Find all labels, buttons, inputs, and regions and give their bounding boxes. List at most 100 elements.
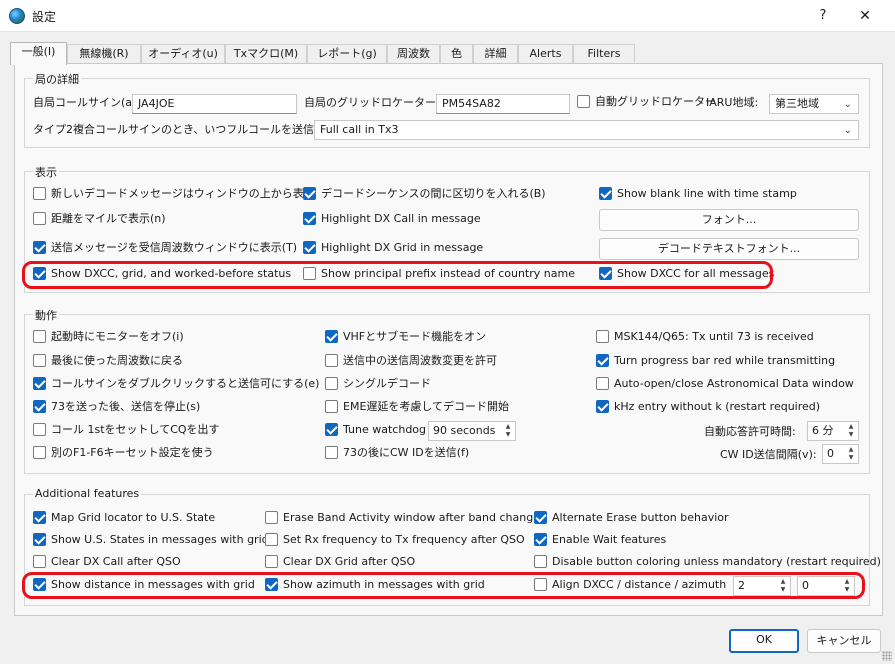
- resize-grip-icon[interactable]: [882, 651, 892, 661]
- behavior-checkbox-15[interactable]: 73の後にCW IDを送信(f): [325, 445, 470, 462]
- decode-font-button[interactable]: デコードテキストフォント...: [599, 238, 859, 260]
- checkbox-box: [303, 240, 316, 254]
- align-spinbox-2[interactable]: 0 ▲ ▼: [797, 576, 855, 596]
- additional-checkbox-2[interactable]: Alternate Erase button behavior: [534, 510, 729, 527]
- tab-tx-macros[interactable]: Txマクロ(M): [225, 44, 307, 64]
- checkbox-label: Highlight DX Grid in message: [321, 241, 484, 254]
- type2-select[interactable]: Full call in Tx3 ⌄: [314, 120, 859, 140]
- callsign-input[interactable]: JA4JOE: [132, 94, 297, 114]
- grid-input[interactable]: PM54SA82: [436, 94, 570, 114]
- checkbox-box: [325, 399, 338, 413]
- iaru-label: IARU地域:: [706, 96, 759, 109]
- align-checkbox[interactable]: Align DXCC / distance / azimuth: [534, 577, 726, 594]
- additional-checkbox-10[interactable]: Show azimuth in messages with grid: [265, 577, 485, 594]
- tab-alerts[interactable]: Alerts: [518, 44, 573, 64]
- behavior-checkbox-7[interactable]: シングルデコード: [325, 376, 431, 393]
- spin-arrows-icon[interactable]: ▲ ▼: [841, 578, 853, 594]
- tab-frequencies[interactable]: 周波数: [387, 44, 440, 64]
- behavior-checkbox-2[interactable]: MSK144/Q65: Tx until 73 is received: [596, 329, 814, 346]
- auto-reply-spinbox[interactable]: 6 分 ▲ ▼: [807, 421, 859, 441]
- display-checkbox-2[interactable]: Show blank line with time stamp: [599, 186, 797, 203]
- checkbox-label: VHFとサブモード機能をオン: [343, 330, 487, 343]
- additional-checkbox-1[interactable]: Erase Band Activity window after band ch…: [265, 510, 540, 527]
- checkbox-box: [325, 422, 338, 436]
- checkbox-box: [596, 376, 609, 390]
- checkbox-label: 距離をマイルで表示(n): [51, 212, 166, 225]
- auto-grid-checkbox[interactable]: 自動グリッドロケーター: [577, 94, 716, 111]
- checkbox-label: Disable button coloring unless mandatory…: [552, 555, 881, 568]
- grid-label: 自局のグリッドロケーター(y):: [304, 96, 455, 109]
- display-checkbox-4[interactable]: Highlight DX Call in message: [303, 211, 481, 228]
- tab-general[interactable]: 一般(I): [10, 42, 67, 65]
- checkbox-label: Turn progress bar red while transmitting: [614, 354, 836, 367]
- display-checkbox-3[interactable]: 距離をマイルで表示(n): [33, 211, 166, 228]
- tab-colors[interactable]: 色: [440, 44, 473, 64]
- additional-checkbox-4[interactable]: Set Rx frequency to Tx frequency after Q…: [265, 532, 525, 549]
- behavior-checkbox-5[interactable]: Turn progress bar red while transmitting: [596, 353, 836, 370]
- align-spinbox-1[interactable]: 2 ▲ ▼: [733, 576, 791, 596]
- additional-checkbox-8[interactable]: Disable button coloring unless mandatory…: [534, 554, 881, 571]
- spin-arrows-icon[interactable]: ▲ ▼: [777, 578, 789, 594]
- tab-radio[interactable]: 無線機(R): [67, 44, 141, 64]
- tab-advanced[interactable]: 詳細: [473, 44, 518, 64]
- ok-button[interactable]: OK: [729, 629, 799, 653]
- checkbox-label: Show azimuth in messages with grid: [283, 578, 485, 591]
- tune-watchdog-checkbox[interactable]: Tune watchdog: [325, 422, 426, 439]
- iaru-region-select[interactable]: 第三地域 ⌄: [769, 94, 859, 114]
- display-checkbox-0[interactable]: 新しいデコードメッセージはウィンドウの上から表示: [33, 186, 315, 203]
- checkbox-box: [33, 510, 46, 524]
- checkbox-label: デコードシーケンスの間に区切りを入れる(B): [321, 187, 546, 200]
- checkbox-label: コールサインをダブルクリックすると送信可にする(e): [51, 377, 320, 390]
- close-icon[interactable]: ✕: [848, 5, 882, 27]
- behavior-checkbox-14[interactable]: 別のF1-F6キーセット設定を使う: [33, 445, 214, 462]
- behavior-checkbox-10[interactable]: EME遅延を考慮してデコード開始: [325, 399, 510, 416]
- spin-arrows-icon[interactable]: ▲ ▼: [502, 423, 514, 439]
- behavior-checkbox-9[interactable]: 73を送った後、送信を停止(s): [33, 399, 200, 416]
- cancel-button[interactable]: キャンセル: [807, 629, 881, 653]
- display-checkbox-6[interactable]: Highlight DX Grid in message: [303, 240, 484, 257]
- display-checkbox-8[interactable]: Show principal prefix instead of country…: [303, 266, 575, 283]
- additional-checkbox-0[interactable]: Map Grid locator to U.S. State: [33, 510, 215, 527]
- checkbox-label: EME遅延を考慮してデコード開始: [343, 400, 510, 413]
- checkbox-label: MSK144/Q65: Tx until 73 is received: [614, 330, 814, 343]
- checkbox-box: [303, 266, 316, 280]
- checkbox-box: [596, 353, 609, 367]
- additional-checkbox-6[interactable]: Clear DX Call after QSO: [33, 554, 181, 571]
- tune-watchdog-spinbox[interactable]: 90 seconds ▲ ▼: [428, 421, 516, 441]
- behavior-checkbox-6[interactable]: コールサインをダブルクリックすると送信可にする(e): [33, 376, 320, 393]
- checkbox-box: [577, 94, 590, 108]
- checkbox-box: [33, 186, 46, 200]
- display-checkbox-5[interactable]: 送信メッセージを受信周波数ウィンドウに表示(T): [33, 240, 297, 257]
- spin-arrows-icon[interactable]: ▲ ▼: [845, 423, 857, 439]
- checkbox-label: Clear DX Grid after QSO: [283, 555, 416, 568]
- checkbox-label: 送信中の送信周波数変更を許可: [343, 354, 497, 367]
- cw-id-spinbox[interactable]: 0 ▲ ▼: [822, 444, 859, 464]
- behavior-checkbox-11[interactable]: kHz entry without k (restart required): [596, 399, 820, 416]
- auto-reply-label: 自動応答許可時間:: [704, 425, 796, 438]
- display-checkbox-7[interactable]: Show DXCC, grid, and worked-before statu…: [33, 266, 291, 283]
- tab-audio[interactable]: オーディオ(u): [141, 44, 225, 64]
- checkbox-box: [534, 510, 547, 524]
- display-checkbox-9[interactable]: Show DXCC for all messages: [599, 266, 774, 283]
- tab-filters[interactable]: Filters: [573, 44, 635, 64]
- behavior-checkbox-8[interactable]: Auto-open/close Astronomical Data window: [596, 376, 854, 393]
- behavior-checkbox-0[interactable]: 起動時にモニターをオフ(i): [33, 329, 184, 346]
- additional-checkbox-7[interactable]: Clear DX Grid after QSO: [265, 554, 416, 571]
- additional-checkbox-5[interactable]: Enable Wait features: [534, 532, 666, 549]
- font-button[interactable]: フォント...: [599, 209, 859, 231]
- behavior-checkbox-1[interactable]: VHFとサブモード機能をオン: [325, 329, 487, 346]
- behavior-checkbox-3[interactable]: 最後に使った周波数に戻る: [33, 353, 183, 370]
- display-checkbox-1[interactable]: デコードシーケンスの間に区切りを入れる(B): [303, 186, 546, 203]
- checkbox-box: [33, 422, 46, 436]
- behavior-checkbox-12[interactable]: コール 1stをセットしてCQを出す: [33, 422, 220, 439]
- callsign-label: 自局コールサイン(a):: [33, 96, 141, 109]
- additional-checkbox-9[interactable]: Show distance in messages with grid: [33, 577, 255, 594]
- checkbox-label: コール 1stをセットしてCQを出す: [51, 423, 220, 436]
- checkbox-label: 73の後にCW IDを送信(f): [343, 446, 470, 459]
- additional-checkbox-3[interactable]: Show U.S. States in messages with grid: [33, 532, 269, 549]
- help-button[interactable]: ?: [810, 5, 836, 27]
- behavior-checkbox-4[interactable]: 送信中の送信周波数変更を許可: [325, 353, 497, 370]
- spinbox-value: 0: [827, 447, 834, 460]
- spin-arrows-icon[interactable]: ▲ ▼: [845, 446, 857, 462]
- tab-reports[interactable]: レポート(g): [307, 44, 387, 64]
